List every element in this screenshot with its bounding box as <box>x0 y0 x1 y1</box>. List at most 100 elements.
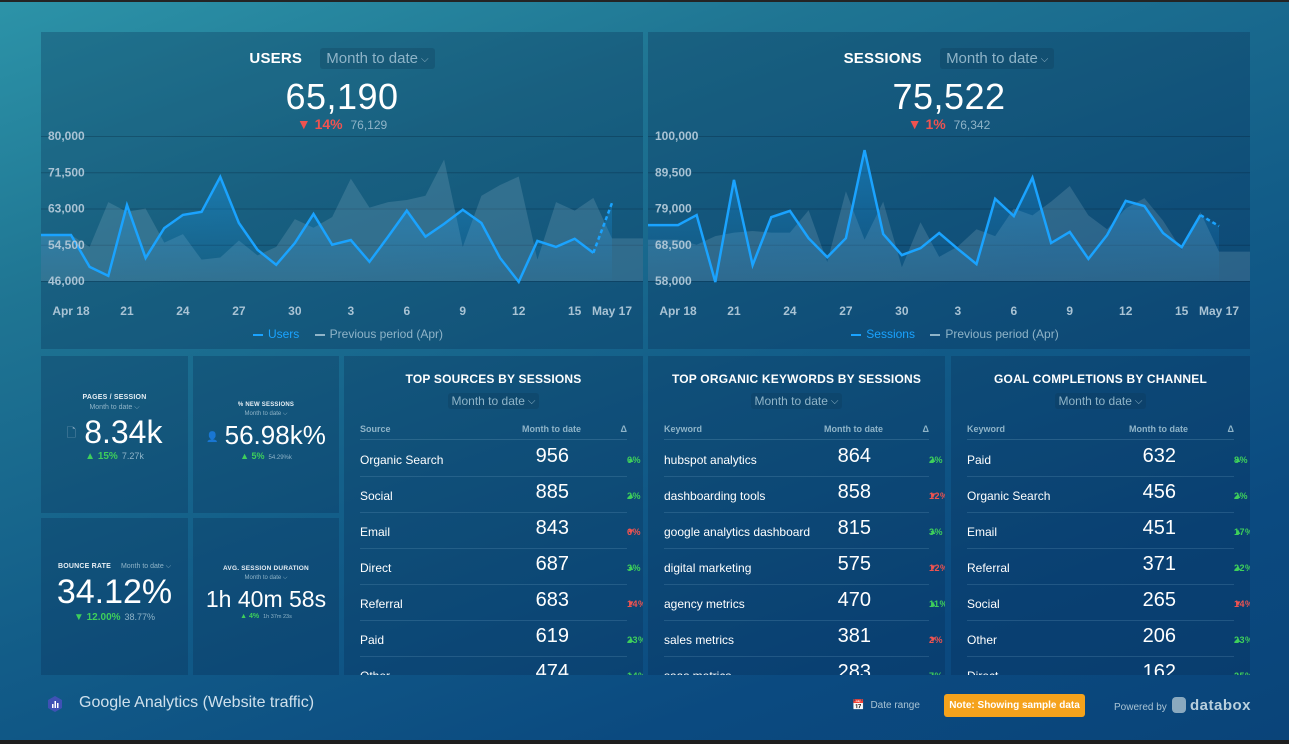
table-row[interactable]: Referral 683 ▼ 14% <box>360 585 643 621</box>
row-value: 619 <box>535 625 569 647</box>
row-name: Social <box>360 489 393 503</box>
table-row[interactable]: hubspot analytics 864 ▲ 2% <box>664 441 943 477</box>
pages-per-session-period-dropdown[interactable]: Month to date ⌵ <box>41 404 188 412</box>
column-header-value[interactable]: Month to date <box>522 424 581 434</box>
y-tick-label: 46,000 <box>48 274 85 288</box>
table-row[interactable]: digital marketing 575 ▼ 12% <box>664 549 945 585</box>
table-row[interactable]: Paid 632 ▲ 8% <box>967 441 1248 477</box>
up-arrow-icon: ▲ <box>240 613 248 620</box>
legend-label-previous[interactable]: Previous period (Apr) <box>945 327 1058 341</box>
table-row[interactable]: Direct 162 ▲ 25% <box>967 657 1250 675</box>
pages-per-session-delta: ▲ 15% 7.27k <box>41 451 188 462</box>
column-header-name[interactable]: Keyword <box>967 424 1005 434</box>
row-name: Paid <box>360 633 385 647</box>
down-arrow-icon: ▼ <box>73 612 84 623</box>
column-header-value[interactable]: Month to date <box>824 424 883 434</box>
column-header-delta[interactable]: Δ <box>621 424 627 434</box>
row-value: 451 <box>1142 517 1176 539</box>
previous-value: 7.27k <box>121 451 144 461</box>
bounce-rate-value: 34.12% <box>56 573 173 611</box>
table-row[interactable]: Referral 371 ▲ 22% <box>967 549 1250 585</box>
avg-session-duration-period-dropdown[interactable]: Month to date ⌵ <box>193 575 339 582</box>
legend-label-sessions[interactable]: Sessions <box>866 327 915 341</box>
x-tick-label: 6 <box>403 304 410 318</box>
row-name: Organic Search <box>360 453 444 467</box>
table-row[interactable]: Other 474 ▲ 14% <box>360 657 643 675</box>
legend-label-users[interactable]: Users <box>268 327 299 341</box>
x-tick-label: 3 <box>954 304 961 318</box>
delta-percent: 2% <box>627 491 642 501</box>
new-sessions-delta: ▲ 5% 54.29%k <box>193 451 339 461</box>
x-tick-label: 3 <box>347 304 354 318</box>
y-tick-label: 80,000 <box>48 129 85 143</box>
table-row[interactable]: Email 843 ▼ 6% <box>360 513 641 549</box>
period-label: Month to date <box>754 394 828 408</box>
table-row[interactable]: agency metrics 470 ▲ 11% <box>664 585 945 621</box>
column-header-name[interactable]: Source <box>360 424 391 434</box>
delta-percent: 14% <box>627 671 643 675</box>
bounce-rate-panel: BOUNCE RATE Month to date ⌵ 34.12% ▼ 12.… <box>41 518 188 675</box>
x-tick-label: May 17 <box>592 304 632 318</box>
table-row[interactable]: saas metrics 283 ▲ 7% <box>664 657 943 675</box>
previous-value: 54.29%k <box>268 455 292 461</box>
x-tick-label: May 17 <box>1199 304 1239 318</box>
table-period-dropdown[interactable]: Month to date ⌵ <box>1054 393 1147 409</box>
period-label: Month to date <box>451 394 525 408</box>
x-tick-label: 24 <box>176 304 190 318</box>
new-sessions-panel: % NEW SESSIONS Month to date ⌵ 👤 56.98k% … <box>193 356 339 513</box>
sessions-line-chart: 100,000 89,500 79,000 68,500 58,000 Apr 18 21 2… <box>648 129 1250 318</box>
table-row[interactable]: Email 451 ▲ 17% <box>967 513 1250 549</box>
legend-label-previous[interactable]: Previous period (Apr) <box>330 327 443 341</box>
table-row[interactable]: Organic Search 956 ▲ 6% <box>360 441 641 477</box>
table-row[interactable]: sales metrics 381 ▼ 2% <box>664 621 943 657</box>
row-name: hubspot analytics <box>664 453 757 467</box>
row-name: agency metrics <box>664 597 745 611</box>
row-value: 381 <box>837 625 871 647</box>
users-chart-panel: USERS Month to date ⌵ 65,190 ▼ 14% 76,129… <box>41 32 643 349</box>
row-name: Email <box>360 525 391 539</box>
table-row[interactable]: Social 265 ▼ 14% <box>967 585 1250 621</box>
row-value: 575 <box>837 553 871 575</box>
row-name: dashboarding tools <box>664 489 766 503</box>
column-header-value[interactable]: Month to date <box>1129 424 1188 434</box>
top-sources-panel: TOP SOURCES BY SESSIONS Month to date ⌵ So… <box>344 356 643 675</box>
row-value: 474 <box>535 661 569 675</box>
row-value: 858 <box>837 481 871 503</box>
chevron-down-icon: ⌵ <box>282 575 288 581</box>
column-header-delta[interactable]: Δ <box>1228 424 1234 434</box>
databox-brand-text: databox <box>1190 697 1252 714</box>
row-name: saas metrics <box>664 669 731 675</box>
table-row[interactable]: Social 885 ▲ 2% <box>360 477 641 513</box>
current-series-area <box>648 150 1219 283</box>
table-row[interactable]: Direct 687 ▲ 3% <box>360 549 641 585</box>
avg-session-duration-delta: ▲ 4% 1h 37m 23s <box>193 613 339 620</box>
new-sessions-period-dropdown[interactable]: Month to date ⌵ <box>193 411 339 418</box>
table-row[interactable]: dashboarding tools 858 ▼ 12% <box>664 477 945 513</box>
row-value: 843 <box>535 517 569 539</box>
row-value: 632 <box>1142 445 1176 467</box>
y-tick-label: 71,500 <box>48 165 85 179</box>
bounce-rate-period-dropdown[interactable]: Month to date ⌵ <box>121 563 171 570</box>
column-header-name[interactable]: Keyword <box>664 424 702 434</box>
row-name: google analytics dashboard <box>664 525 811 539</box>
table-row[interactable]: google analytics dashboard 815 ▲ 3% <box>664 513 943 549</box>
row-value: 371 <box>1142 553 1176 575</box>
delta-percent: 7% <box>929 671 943 675</box>
row-name: Referral <box>360 597 403 611</box>
date-range-button[interactable]: 📅 Date range <box>852 700 920 711</box>
row-value: 864 <box>837 445 871 467</box>
chevron-down-icon: ⌵ <box>1134 396 1143 407</box>
table-period-dropdown[interactable]: Month to date ⌵ <box>750 393 843 409</box>
previous-value: 1h 37m 23s <box>263 614 292 620</box>
table-row[interactable]: Organic Search 456 ▲ 2% <box>967 477 1248 513</box>
table-row[interactable]: Paid 619 ▲ 23% <box>360 621 643 657</box>
table-title: TOP SOURCES BY SESSIONS <box>405 372 582 386</box>
x-tick-label: 15 <box>1175 304 1189 318</box>
databox-brand-link[interactable]: databox <box>1172 697 1251 714</box>
column-header-delta[interactable]: Δ <box>923 424 929 434</box>
row-name: Paid <box>967 453 992 467</box>
delta-percent: 23% <box>627 635 643 645</box>
table-row[interactable]: Other 206 ▲ 23% <box>967 621 1250 657</box>
delta-percent: 12% <box>929 563 945 573</box>
table-period-dropdown[interactable]: Month to date ⌵ <box>447 393 540 409</box>
